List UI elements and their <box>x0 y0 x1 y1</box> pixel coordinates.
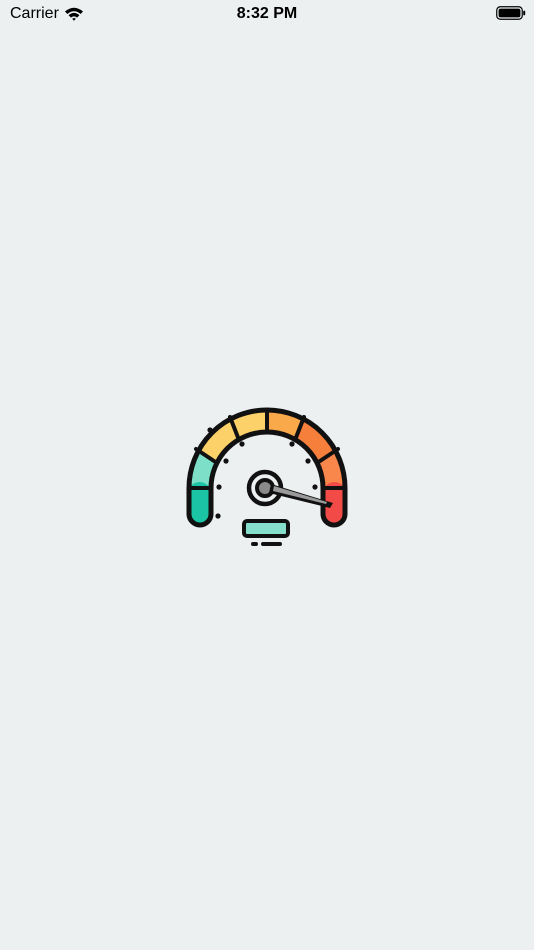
speedometer-icon <box>186 407 348 548</box>
status-time: 8:32 PM <box>236 5 298 22</box>
status-bar: Carrier 8:32 PM <box>0 0 534 28</box>
battery-icon <box>496 6 526 20</box>
splash-logo <box>181 402 353 550</box>
